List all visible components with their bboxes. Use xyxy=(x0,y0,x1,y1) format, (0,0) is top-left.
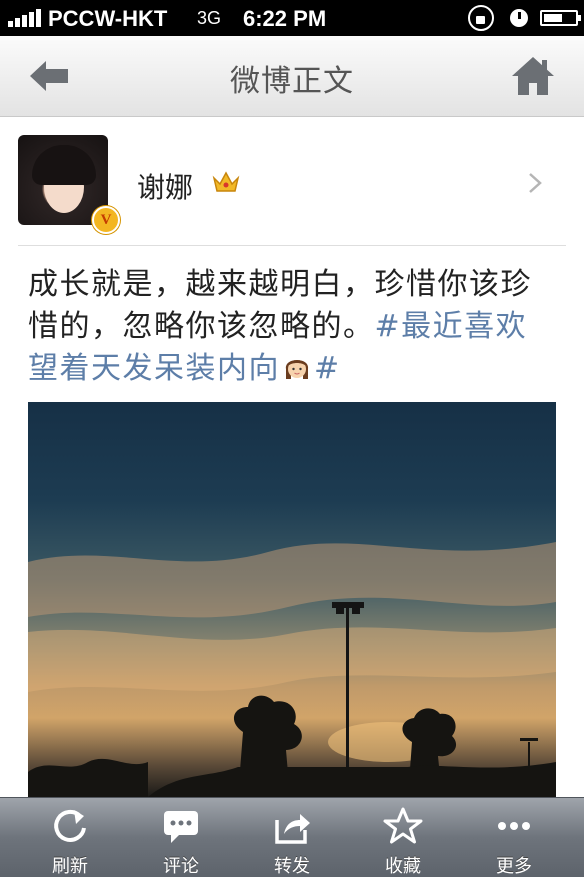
status-time: 6:22 PM xyxy=(243,6,327,31)
rotation-lock-icon xyxy=(468,5,494,31)
home-icon xyxy=(512,57,554,95)
battery-icon xyxy=(540,10,581,26)
post-text: 成长就是，越来越明白，珍惜你该珍惜的，忽略你该忽略的。#最近喜欢望着天发呆装内向… xyxy=(28,264,556,390)
home-button[interactable] xyxy=(510,54,556,98)
sunset-sky-photo xyxy=(28,542,556,797)
alarm-icon xyxy=(510,9,528,27)
bottom-toolbar: 刷新 评论 转发 收藏 更多 xyxy=(0,797,584,877)
carrier-name: PCCW-HKT xyxy=(48,6,168,31)
more-label: 更多 xyxy=(496,856,532,877)
comment-button[interactable]: 评论 xyxy=(126,798,236,877)
crown-icon xyxy=(212,171,240,192)
network-type: 3G xyxy=(197,8,222,28)
forward-label: 转发 xyxy=(274,856,310,877)
refresh-button[interactable]: 刷新 xyxy=(15,798,125,877)
comment-icon xyxy=(164,811,198,843)
favorite-button[interactable]: 收藏 xyxy=(348,798,458,877)
girl-face-emoji xyxy=(285,360,309,379)
nav-bar: 微博正文 xyxy=(0,36,584,117)
signal-bars-icon xyxy=(8,9,44,27)
author-row[interactable]: 谢娜 xyxy=(0,120,584,246)
verified-badge: V xyxy=(92,206,120,234)
author-name: 谢娜 xyxy=(137,171,194,204)
chevron-right-icon xyxy=(529,173,542,193)
more-button[interactable]: 更多 xyxy=(459,798,569,877)
divider xyxy=(18,245,566,246)
refresh-icon xyxy=(54,809,86,842)
status-bar: PCCW-HKT 3G 6:22 PM xyxy=(0,0,584,36)
star-icon xyxy=(383,807,423,844)
forward-icon xyxy=(275,814,310,844)
favorite-label: 收藏 xyxy=(385,856,421,877)
forward-button[interactable]: 转发 xyxy=(237,798,347,877)
comment-label: 评论 xyxy=(163,856,199,877)
hashtag-close[interactable]: # xyxy=(314,351,341,386)
page-title: 微博正文 xyxy=(230,64,354,99)
refresh-label: 刷新 xyxy=(52,856,88,877)
post-image[interactable] xyxy=(28,402,556,797)
more-icon xyxy=(498,822,530,830)
